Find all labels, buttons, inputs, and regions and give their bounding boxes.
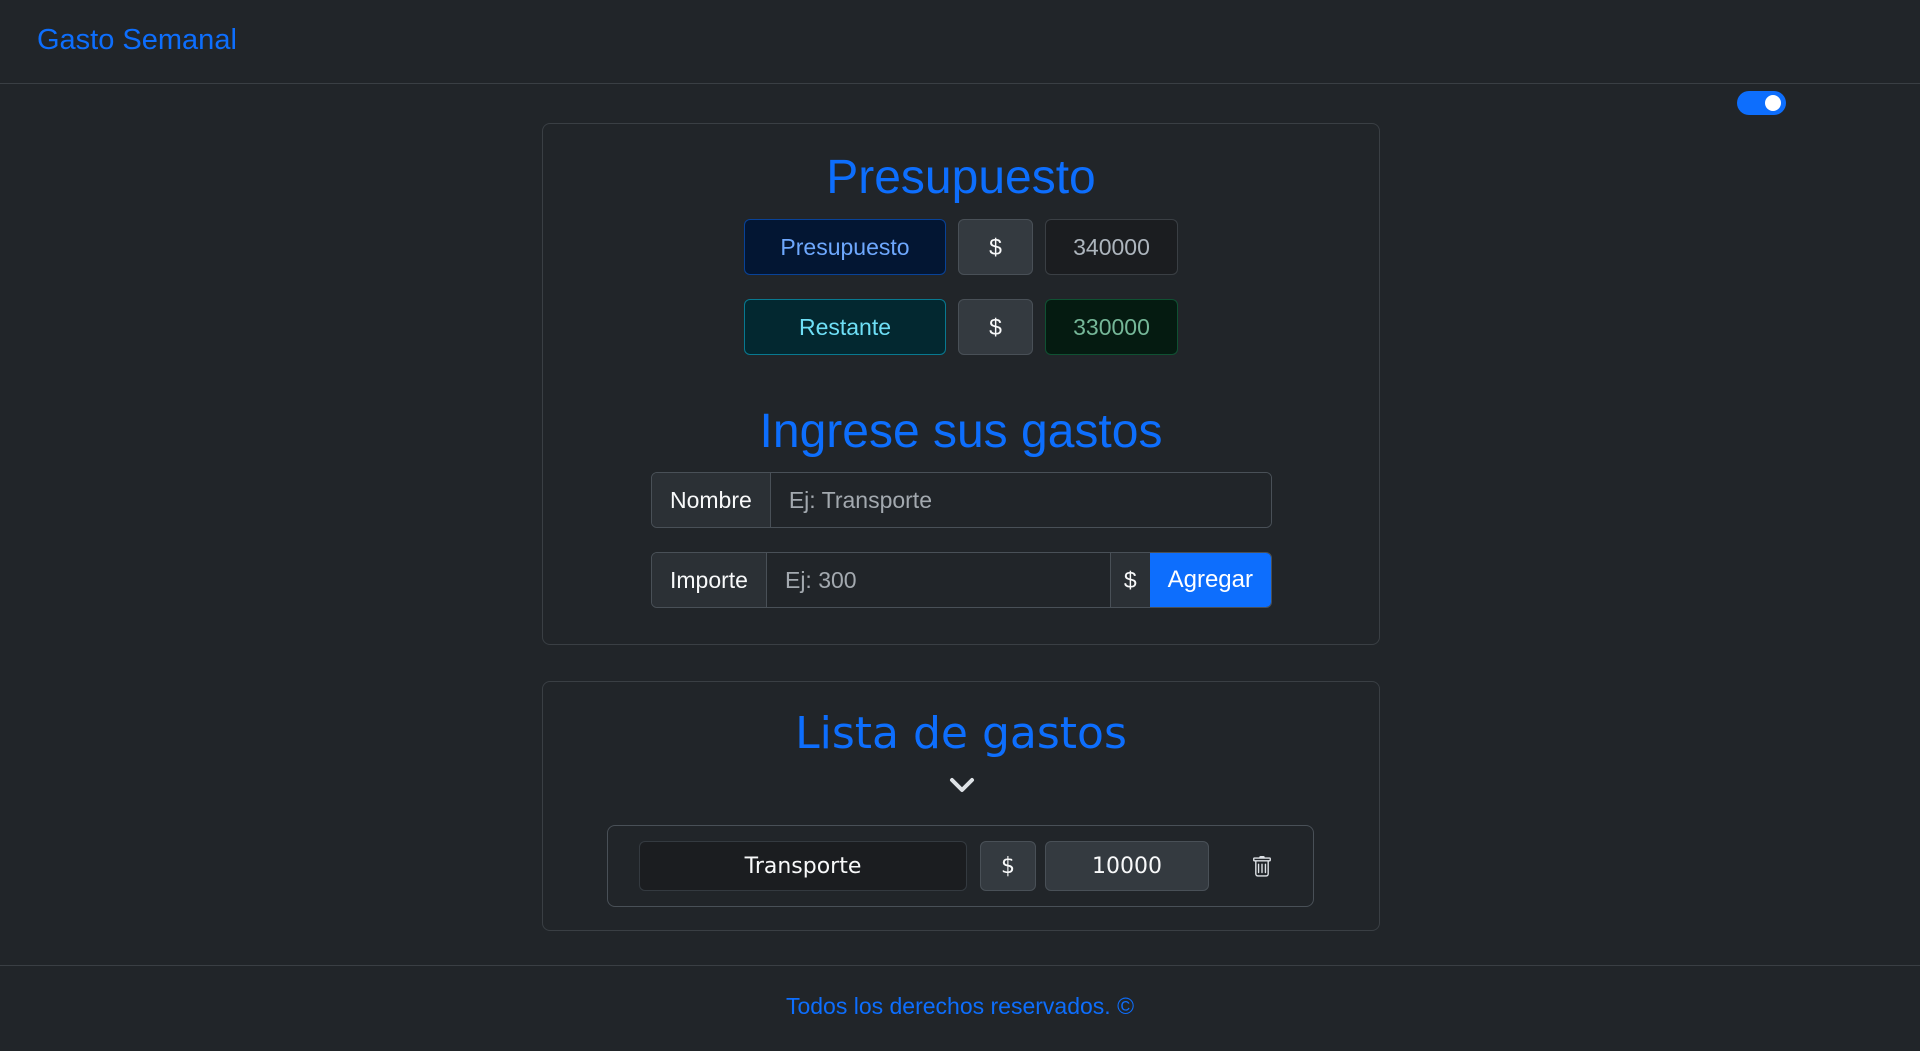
trash-icon[interactable] xyxy=(1251,856,1273,878)
footer: Todos los derechos reservados. © xyxy=(0,965,1920,1051)
theme-toggle-switch[interactable] xyxy=(1737,91,1786,115)
budget-title: Presupuesto xyxy=(826,151,1096,204)
expense-amount: 10000 xyxy=(1045,841,1209,891)
amount-input-group: Importe $ Agregar xyxy=(651,552,1272,608)
currency-symbol: $ xyxy=(958,219,1033,275)
amount-label: Importe xyxy=(652,553,767,607)
navbar: Gasto Semanal xyxy=(0,0,1920,84)
restante-value: 330000 xyxy=(1045,299,1178,355)
remaining-row: Restante $ 330000 xyxy=(744,299,1178,355)
budget-card: Presupuesto Presupuesto $ 340000 Restant… xyxy=(542,123,1380,645)
toggle-knob xyxy=(1765,95,1781,111)
add-expense-button[interactable]: Agregar xyxy=(1149,553,1271,607)
currency-symbol: $ xyxy=(1109,553,1150,607)
name-input[interactable] xyxy=(770,473,1271,527)
expenses-card: Lista de gastos Transporte $ 10000 xyxy=(542,681,1380,931)
chevron-down-icon[interactable] xyxy=(947,775,977,795)
currency-symbol: $ xyxy=(980,841,1036,891)
expense-name: Transporte xyxy=(639,841,967,891)
name-label: Nombre xyxy=(652,473,771,527)
currency-symbol: $ xyxy=(958,299,1033,355)
brand-link[interactable]: Gasto Semanal xyxy=(37,24,237,57)
budget-row: Presupuesto $ 340000 xyxy=(744,219,1178,275)
amount-input[interactable] xyxy=(766,553,1110,607)
form-title: Ingrese sus gastos xyxy=(759,405,1163,458)
expense-item: Transporte $ 10000 xyxy=(607,825,1314,907)
presupuesto-label: Presupuesto xyxy=(744,219,946,275)
expenses-title: Lista de gastos xyxy=(795,708,1127,759)
presupuesto-value: 340000 xyxy=(1045,219,1178,275)
name-input-group: Nombre xyxy=(651,472,1272,528)
footer-text: Todos los derechos reservados. © xyxy=(785,993,1135,1019)
restante-label: Restante xyxy=(744,299,946,355)
